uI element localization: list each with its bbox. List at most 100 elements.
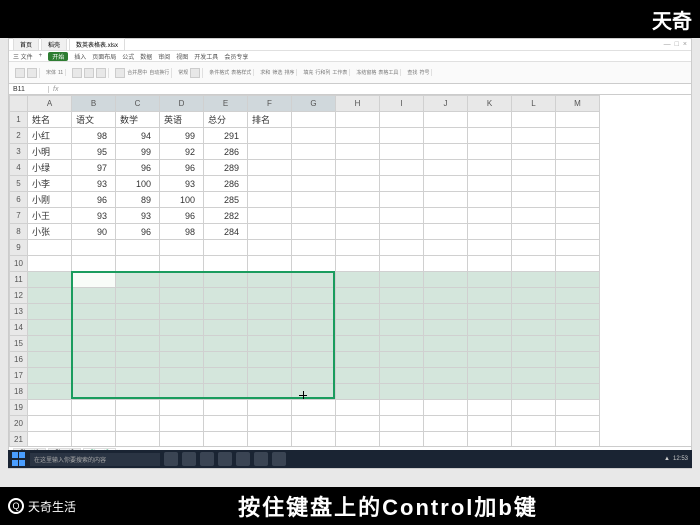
cell-K1[interactable] xyxy=(468,112,512,128)
cell-L7[interactable] xyxy=(512,208,556,224)
cell-K20[interactable] xyxy=(468,416,512,432)
cell-G21[interactable] xyxy=(292,432,336,447)
cell-C10[interactable] xyxy=(116,256,160,272)
italic-icon[interactable] xyxy=(84,68,94,78)
cell-G10[interactable] xyxy=(292,256,336,272)
cell-C2[interactable]: 94 xyxy=(116,128,160,144)
cell-L9[interactable] xyxy=(512,240,556,256)
menu-layout[interactable]: 页面布局 xyxy=(92,52,116,61)
cell-K4[interactable] xyxy=(468,160,512,176)
cell-B11[interactable] xyxy=(72,272,116,288)
cell-F7[interactable] xyxy=(248,208,292,224)
cell-D13[interactable] xyxy=(160,304,204,320)
cell-B1[interactable]: 语文 xyxy=(72,112,116,128)
cell-J14[interactable] xyxy=(424,320,468,336)
cell-E5[interactable]: 286 xyxy=(204,176,248,192)
cell-E3[interactable]: 286 xyxy=(204,144,248,160)
cell-F10[interactable] xyxy=(248,256,292,272)
name-box[interactable]: B11 xyxy=(9,86,49,93)
cell-K10[interactable] xyxy=(468,256,512,272)
cell-D18[interactable] xyxy=(160,384,204,400)
cell-H10[interactable] xyxy=(336,256,380,272)
merge-button[interactable]: 合并居中 xyxy=(127,69,147,76)
cell-D3[interactable]: 92 xyxy=(160,144,204,160)
cell-G12[interactable] xyxy=(292,288,336,304)
cell-L3[interactable] xyxy=(512,144,556,160)
cell-M12[interactable] xyxy=(556,288,600,304)
cell-C16[interactable] xyxy=(116,352,160,368)
cell-I10[interactable] xyxy=(380,256,424,272)
row-header-21[interactable]: 21 xyxy=(10,432,28,447)
row-header-3[interactable]: 3 xyxy=(10,144,28,160)
cell-C8[interactable]: 96 xyxy=(116,224,160,240)
cell-B17[interactable] xyxy=(72,368,116,384)
wrap-button[interactable]: 自动换行 xyxy=(149,69,169,76)
cell-C7[interactable]: 93 xyxy=(116,208,160,224)
taskbar-app-4[interactable] xyxy=(218,452,232,466)
cell-M10[interactable] xyxy=(556,256,600,272)
cell-E13[interactable] xyxy=(204,304,248,320)
cell-A4[interactable]: 小绿 xyxy=(28,160,72,176)
cell-A7[interactable]: 小王 xyxy=(28,208,72,224)
cell-E18[interactable] xyxy=(204,384,248,400)
bold-icon[interactable] xyxy=(72,68,82,78)
cell-G5[interactable] xyxy=(292,176,336,192)
cell-C6[interactable]: 89 xyxy=(116,192,160,208)
cell-F15[interactable] xyxy=(248,336,292,352)
row-header-17[interactable]: 17 xyxy=(10,368,28,384)
cell-D1[interactable]: 英语 xyxy=(160,112,204,128)
col-header-H[interactable]: H xyxy=(336,96,380,112)
cell-G14[interactable] xyxy=(292,320,336,336)
cell-C15[interactable] xyxy=(116,336,160,352)
cell-G16[interactable] xyxy=(292,352,336,368)
cell-L16[interactable] xyxy=(512,352,556,368)
cell-K15[interactable] xyxy=(468,336,512,352)
cell-M5[interactable] xyxy=(556,176,600,192)
cell-I6[interactable] xyxy=(380,192,424,208)
cell-B7[interactable]: 93 xyxy=(72,208,116,224)
cell-C17[interactable] xyxy=(116,368,160,384)
cell-F4[interactable] xyxy=(248,160,292,176)
cell-J4[interactable] xyxy=(424,160,468,176)
cell-E17[interactable] xyxy=(204,368,248,384)
maximize-button[interactable]: □ xyxy=(675,41,679,48)
cell-F18[interactable] xyxy=(248,384,292,400)
cell-K8[interactable] xyxy=(468,224,512,240)
cell-K3[interactable] xyxy=(468,144,512,160)
cell-K18[interactable] xyxy=(468,384,512,400)
cell-M2[interactable] xyxy=(556,128,600,144)
cell-L11[interactable] xyxy=(512,272,556,288)
cell-D6[interactable]: 100 xyxy=(160,192,204,208)
symbol-button[interactable]: 符号 xyxy=(419,69,429,76)
row-header-5[interactable]: 5 xyxy=(10,176,28,192)
col-header-E[interactable]: E xyxy=(204,96,248,112)
cell-F9[interactable] xyxy=(248,240,292,256)
cell-C11[interactable] xyxy=(116,272,160,288)
cell-H16[interactable] xyxy=(336,352,380,368)
cell-J8[interactable] xyxy=(424,224,468,240)
sheet-button[interactable]: 工作表 xyxy=(332,69,347,76)
cell-E8[interactable]: 284 xyxy=(204,224,248,240)
cell-K9[interactable] xyxy=(468,240,512,256)
cell-K16[interactable] xyxy=(468,352,512,368)
cell-F11[interactable] xyxy=(248,272,292,288)
cell-E11[interactable] xyxy=(204,272,248,288)
cell-C5[interactable]: 100 xyxy=(116,176,160,192)
cell-A21[interactable] xyxy=(28,432,72,447)
cell-A10[interactable] xyxy=(28,256,72,272)
cell-A9[interactable] xyxy=(28,240,72,256)
cell-C1[interactable]: 数学 xyxy=(116,112,160,128)
align-icon[interactable] xyxy=(115,68,125,78)
cell-C18[interactable] xyxy=(116,384,160,400)
cut-icon[interactable] xyxy=(15,68,25,78)
cell-H8[interactable] xyxy=(336,224,380,240)
taskbar-app-6[interactable] xyxy=(254,452,268,466)
cell-I3[interactable] xyxy=(380,144,424,160)
cell-L12[interactable] xyxy=(512,288,556,304)
cell-M13[interactable] xyxy=(556,304,600,320)
cell-M14[interactable] xyxy=(556,320,600,336)
cell-E21[interactable] xyxy=(204,432,248,447)
cell-A20[interactable] xyxy=(28,416,72,432)
cell-F14[interactable] xyxy=(248,320,292,336)
cell-B13[interactable] xyxy=(72,304,116,320)
